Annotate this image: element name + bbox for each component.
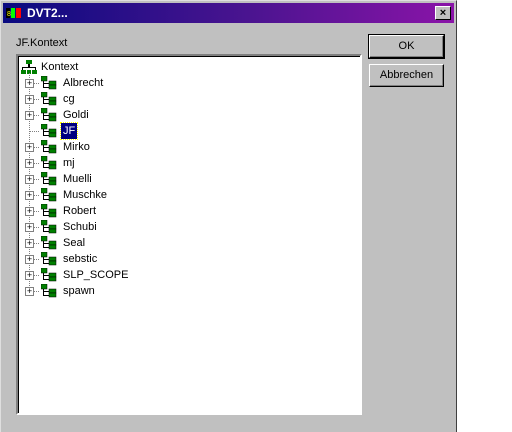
close-button[interactable]: × bbox=[435, 6, 451, 20]
network-node-icon bbox=[41, 236, 57, 250]
expand-icon[interactable]: + bbox=[25, 95, 34, 104]
tree-root-label: Kontext bbox=[41, 61, 79, 73]
tree-item-label: sebstic bbox=[63, 253, 98, 265]
tree-item-label: Muelli bbox=[63, 173, 92, 185]
network-node-icon bbox=[41, 156, 57, 170]
network-node-icon bbox=[41, 220, 57, 234]
expand-icon[interactable]: + bbox=[25, 255, 34, 264]
tree-item-label: cg bbox=[63, 93, 75, 105]
network-node-icon bbox=[41, 140, 57, 154]
network-node-icon bbox=[41, 108, 57, 122]
network-node-icon bbox=[41, 188, 57, 202]
svg-text:8: 8 bbox=[7, 11, 11, 18]
network-node-icon bbox=[41, 124, 57, 138]
network-tree-icon bbox=[21, 60, 37, 74]
dialog-window: 8 DVT2... × JF.Kontext Kontext + Albrech… bbox=[0, 0, 457, 432]
network-node-icon bbox=[41, 92, 57, 106]
tree-item-label: Mirko bbox=[63, 141, 90, 153]
expand-icon[interactable]: + bbox=[25, 79, 34, 88]
expand-icon[interactable]: + bbox=[25, 111, 34, 120]
app-icon: 8 bbox=[6, 8, 21, 18]
close-icon: × bbox=[439, 7, 447, 19]
network-node-icon bbox=[41, 284, 57, 298]
tree-item-label: Schubi bbox=[63, 221, 97, 233]
network-node-icon bbox=[41, 252, 57, 266]
expand-icon[interactable]: + bbox=[25, 271, 34, 280]
network-node-icon bbox=[41, 76, 57, 90]
expand-icon[interactable]: + bbox=[25, 223, 34, 232]
expand-icon[interactable]: + bbox=[25, 239, 34, 248]
tree-item-label: SLP_SCOPE bbox=[63, 269, 129, 281]
tree-item-label: Robert bbox=[63, 205, 97, 217]
cancel-button[interactable]: Abbrechen bbox=[369, 64, 444, 87]
ok-button[interactable]: OK bbox=[368, 34, 445, 59]
context-label: JF.Kontext bbox=[16, 37, 68, 49]
tree-item-label: Goldi bbox=[63, 109, 89, 121]
tree-branch-line bbox=[30, 131, 40, 132]
network-node-icon bbox=[41, 172, 57, 186]
tree-item-label: Albrecht bbox=[63, 77, 104, 89]
tree-item-label: mj bbox=[63, 157, 75, 169]
expand-icon[interactable]: + bbox=[25, 287, 34, 296]
tree-item-label: JF bbox=[59, 122, 79, 140]
expand-icon[interactable]: + bbox=[25, 143, 34, 152]
title-bar[interactable]: 8 DVT2... × bbox=[3, 3, 454, 23]
expand-icon[interactable]: + bbox=[25, 159, 34, 168]
tree-item-label: spawn bbox=[63, 285, 95, 297]
expand-icon[interactable]: + bbox=[25, 175, 34, 184]
network-node-icon bbox=[41, 268, 57, 282]
expand-icon[interactable]: + bbox=[25, 191, 34, 200]
tree-item-label: Muschke bbox=[63, 189, 108, 201]
context-tree[interactable]: Kontext + Albrecht + cg + Goldi JF + Mirko + mj + Mu… bbox=[16, 54, 362, 415]
network-node-icon bbox=[41, 204, 57, 218]
window-title: DVT2... bbox=[27, 6, 68, 20]
tree-item-label: Seal bbox=[63, 237, 86, 249]
expand-icon[interactable]: + bbox=[25, 207, 34, 216]
